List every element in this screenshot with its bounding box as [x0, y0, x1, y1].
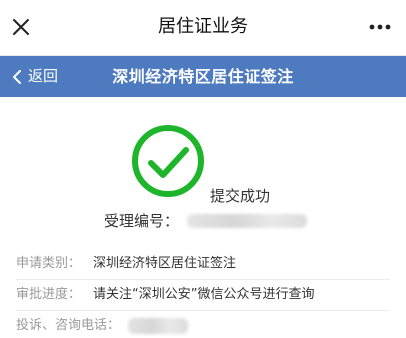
- top-navigation-bar: 居住证业务: [0, 0, 406, 56]
- status-text: 提交成功: [210, 187, 271, 205]
- page-header: 返回 深圳经济特区居住证签注: [0, 56, 406, 97]
- info-row-application-type: 申请类别： 深圳经济特区居住证签注: [16, 249, 390, 280]
- info-label: 申请类别：: [16, 256, 82, 271]
- info-row-approval-progress: 审批进度： 请关注“深圳公安”微信公众号进行查询: [16, 280, 390, 311]
- info-label: 审批进度：: [16, 287, 82, 302]
- info-label: 投诉、咨询电话：: [16, 318, 121, 333]
- check-circle-icon: [130, 123, 206, 199]
- page-title: 深圳经济特区居住证签注: [112, 67, 294, 86]
- info-value: 深圳经济特区居住证签注: [93, 256, 237, 271]
- receipt-label: 受理编号：: [104, 212, 180, 230]
- more-dots-icon: [369, 24, 391, 30]
- info-row-contact-phone: 投诉、咨询电话：: [16, 311, 390, 338]
- redacted-receipt-number: [187, 214, 308, 228]
- topbar-title: 居住证业务: [158, 16, 248, 37]
- page: 居住证业务 返回 深圳经济特区居住证签注 提交成功 受理编号： 申请类别： 深圳…: [0, 0, 406, 338]
- more-options-button[interactable]: [366, 14, 394, 40]
- info-value: 请关注“深圳公安”微信公众号进行查询: [93, 287, 315, 302]
- redacted-phone-number: [128, 318, 189, 334]
- receipt-number: 受理编号：: [104, 210, 308, 232]
